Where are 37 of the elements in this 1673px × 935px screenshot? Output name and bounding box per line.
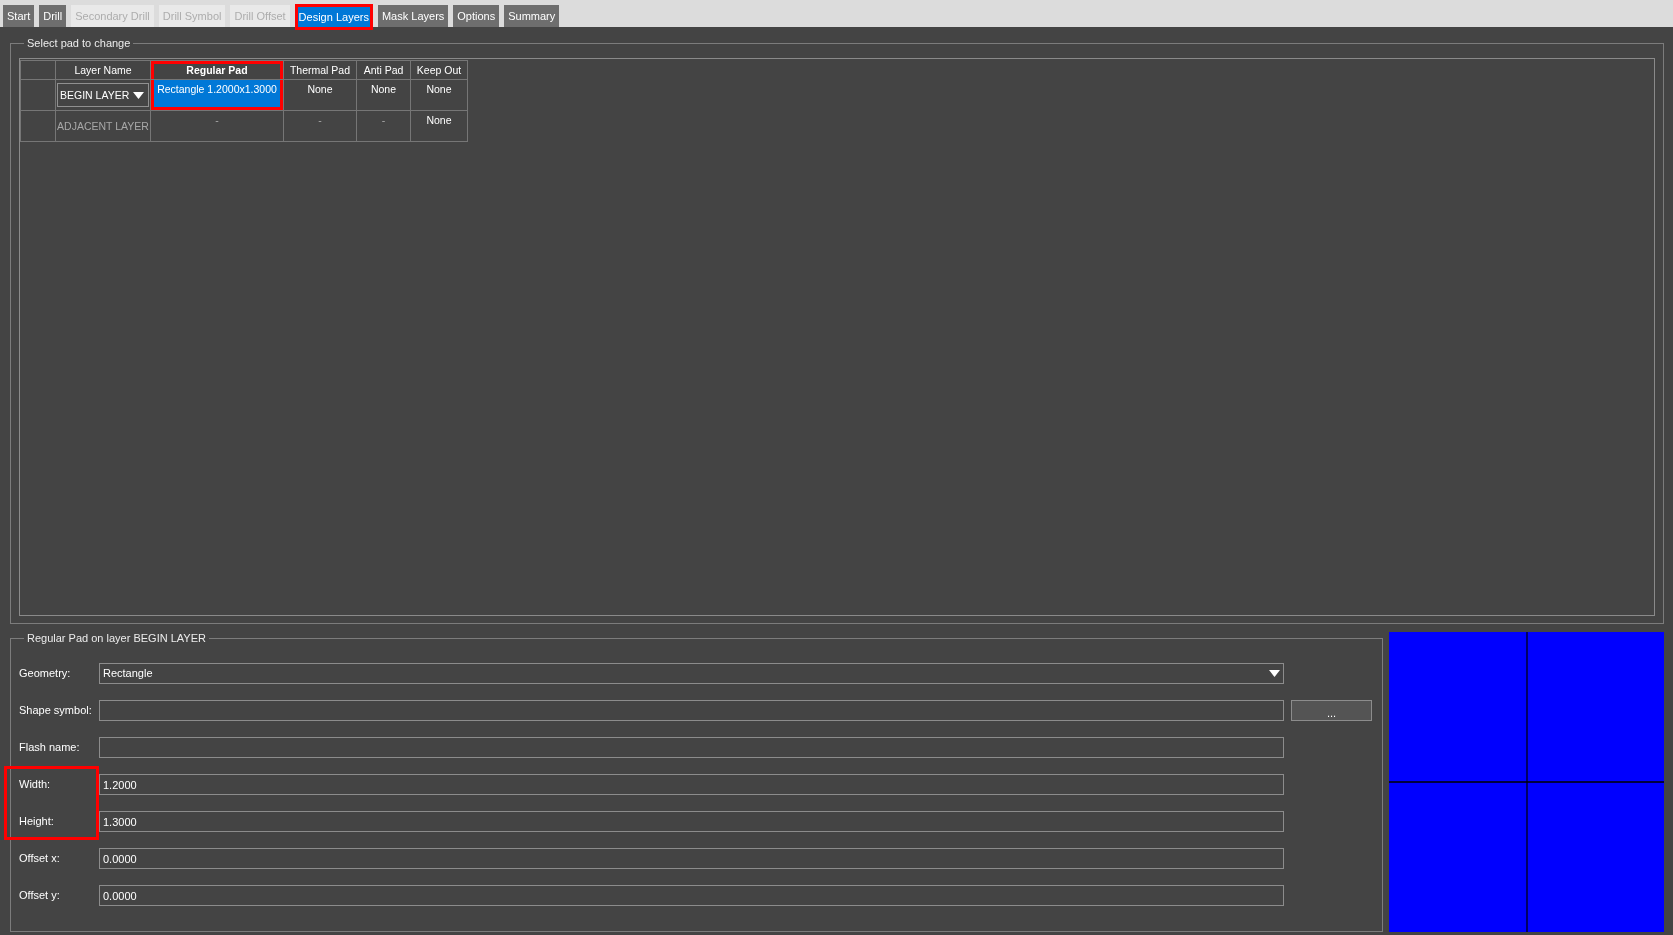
caret-icon [133, 91, 145, 99]
layer-dropdown[interactable]: BEGIN LAYER [57, 83, 149, 107]
column-header: Anti Pad [356, 60, 411, 80]
table-cell[interactable]: None [283, 79, 357, 111]
field-label: Width: [4, 766, 99, 803]
tab[interactable]: Options [453, 5, 500, 27]
field-label: Flash name: [18, 739, 81, 755]
tab[interactable]: Start [3, 5, 35, 27]
group-title: Select pad to change [26, 37, 132, 49]
field-label: Geometry: [18, 665, 72, 681]
table-cell[interactable]: Rectangle 1.2000x1.3000 [150, 79, 284, 111]
field-label: Offset x: [18, 850, 61, 866]
table-cell[interactable]: None [410, 79, 468, 111]
row-header-cell [20, 60, 56, 80]
input-field[interactable]: 0.0000 [99, 885, 1284, 906]
tab[interactable]: Mask Layers [377, 5, 449, 27]
table-cell[interactable]: None [410, 110, 468, 142]
input-field[interactable]: 0.0000 [99, 848, 1284, 869]
tab[interactable]: Drill [39, 5, 67, 27]
browse-button[interactable]: ... [1291, 700, 1372, 721]
input-field[interactable]: 1.2000 [99, 774, 1284, 795]
field-label: Offset y: [18, 887, 61, 903]
row-header-cell [20, 110, 56, 142]
tab[interactable]: Summary [504, 5, 560, 27]
tab[interactable]: Design Layers [294, 4, 373, 30]
column-header: Layer Name [55, 60, 151, 80]
select-field[interactable]: Rectangle [99, 663, 1284, 684]
caret-icon [1269, 670, 1280, 677]
group-title: Regular Pad on layer BEGIN LAYER [26, 632, 207, 644]
column-header: Keep Out [410, 60, 468, 80]
input-field[interactable] [99, 700, 1284, 721]
input-field[interactable] [99, 737, 1284, 758]
table-cell[interactable]: None [356, 79, 411, 111]
field-label: Shape symbol: [18, 702, 93, 718]
column-header: Thermal Pad [283, 60, 357, 80]
input-field[interactable]: 1.3000 [99, 811, 1284, 832]
field-label: Height: [4, 803, 99, 840]
